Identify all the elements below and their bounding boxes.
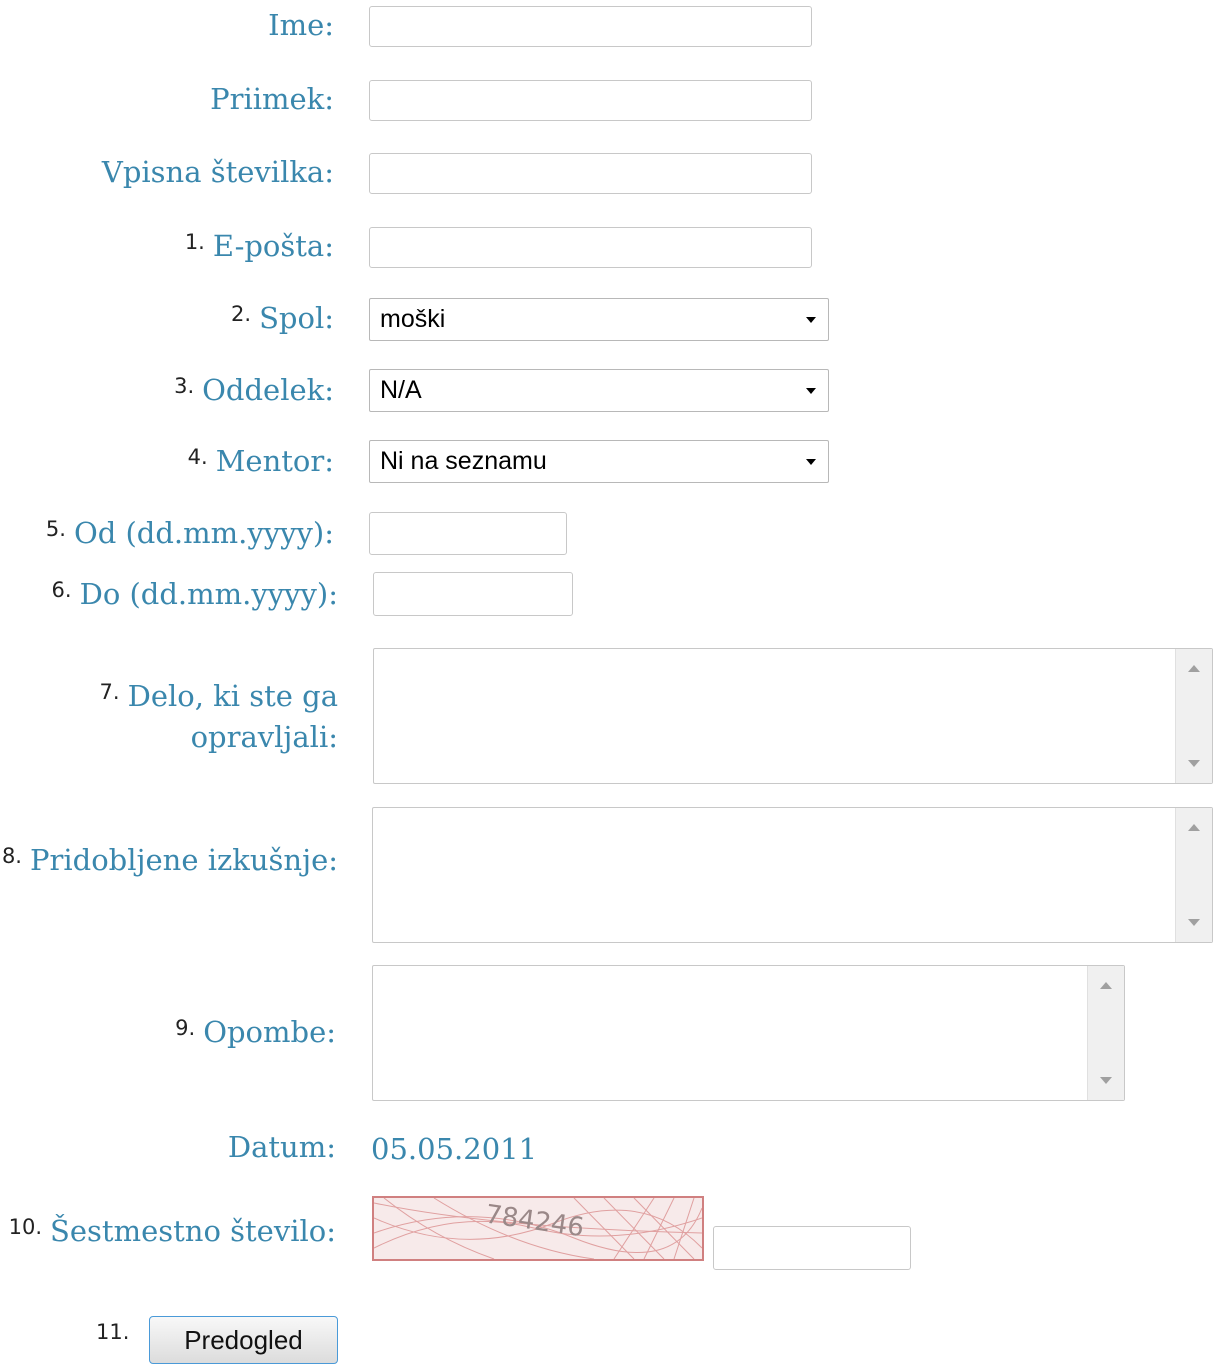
do-label: 6. Do (dd.mm.yyyy):: [51, 577, 338, 611]
captcha-label: 10. Šestmestno število:: [8, 1214, 336, 1248]
oddelek-label: 3. Oddelek:: [174, 373, 334, 407]
spol-number: 2.: [231, 302, 252, 326]
do-date-input[interactable]: [373, 572, 573, 616]
izkusnje-number: 8.: [1, 844, 22, 868]
delo-textarea[interactable]: [373, 648, 1213, 784]
do-number: 6.: [51, 578, 72, 602]
izkusnje-label: 8. Pridobljene izkušnje:: [1, 843, 338, 877]
vpisna-input[interactable]: [369, 153, 812, 194]
mentor-select-value: Ni na seznamu: [380, 447, 547, 475]
priimek-label: Priimek:: [210, 82, 334, 116]
chevron-down-icon: [806, 458, 816, 465]
izkusnje-textarea[interactable]: [372, 807, 1213, 943]
scroll-down-icon[interactable]: [1100, 1077, 1112, 1084]
spol-label: 2. Spol:: [231, 301, 334, 335]
preview-number: 11.: [96, 1320, 130, 1344]
ime-label: Ime:: [268, 8, 334, 42]
od-number: 5.: [45, 517, 66, 541]
mentor-label: 4. Mentor:: [187, 444, 334, 478]
chevron-down-icon: [806, 387, 816, 394]
eposta-number: 1.: [184, 230, 205, 254]
scroll-down-icon[interactable]: [1188, 919, 1200, 926]
preview-button[interactable]: Predogled: [149, 1316, 338, 1364]
opombe-textarea[interactable]: [372, 965, 1125, 1101]
priimek-input[interactable]: [369, 80, 812, 121]
delo-number: 7.: [99, 680, 120, 704]
captcha-input[interactable]: [713, 1226, 911, 1270]
datum-value: 05.05.2011: [371, 1132, 538, 1166]
od-date-input[interactable]: [369, 512, 567, 555]
captcha-image: 784246: [372, 1196, 704, 1261]
eposta-label: 1. E-pošta:: [184, 229, 334, 263]
mentor-select[interactable]: Ni na seznamu: [369, 440, 829, 483]
od-label: 5. Od (dd.mm.yyyy):: [45, 516, 334, 550]
scroll-up-icon[interactable]: [1188, 824, 1200, 831]
delo-label: 7. Delo, ki ste ga opravljali:: [99, 679, 338, 754]
captcha-number: 10.: [8, 1215, 43, 1239]
oddelek-number: 3.: [174, 374, 195, 398]
ime-input[interactable]: [369, 6, 812, 47]
eposta-input[interactable]: [369, 227, 812, 268]
datum-label: Datum:: [227, 1130, 336, 1164]
oddelek-select-value: N/A: [380, 376, 422, 404]
scroll-up-icon[interactable]: [1188, 665, 1200, 672]
scroll-up-icon[interactable]: [1100, 982, 1112, 989]
spol-select-value: moški: [380, 305, 446, 333]
opombe-label: 9. Opombe:: [175, 1015, 336, 1049]
captcha-text: 784246: [483, 1200, 585, 1244]
mentor-number: 4.: [187, 445, 208, 469]
oddelek-select[interactable]: N/A: [369, 369, 829, 412]
chevron-down-icon: [806, 316, 816, 323]
scroll-down-icon[interactable]: [1188, 760, 1200, 767]
vpisna-label: Vpisna številka:: [101, 155, 334, 189]
spol-select[interactable]: moški: [369, 298, 829, 341]
opombe-number: 9.: [175, 1016, 196, 1040]
